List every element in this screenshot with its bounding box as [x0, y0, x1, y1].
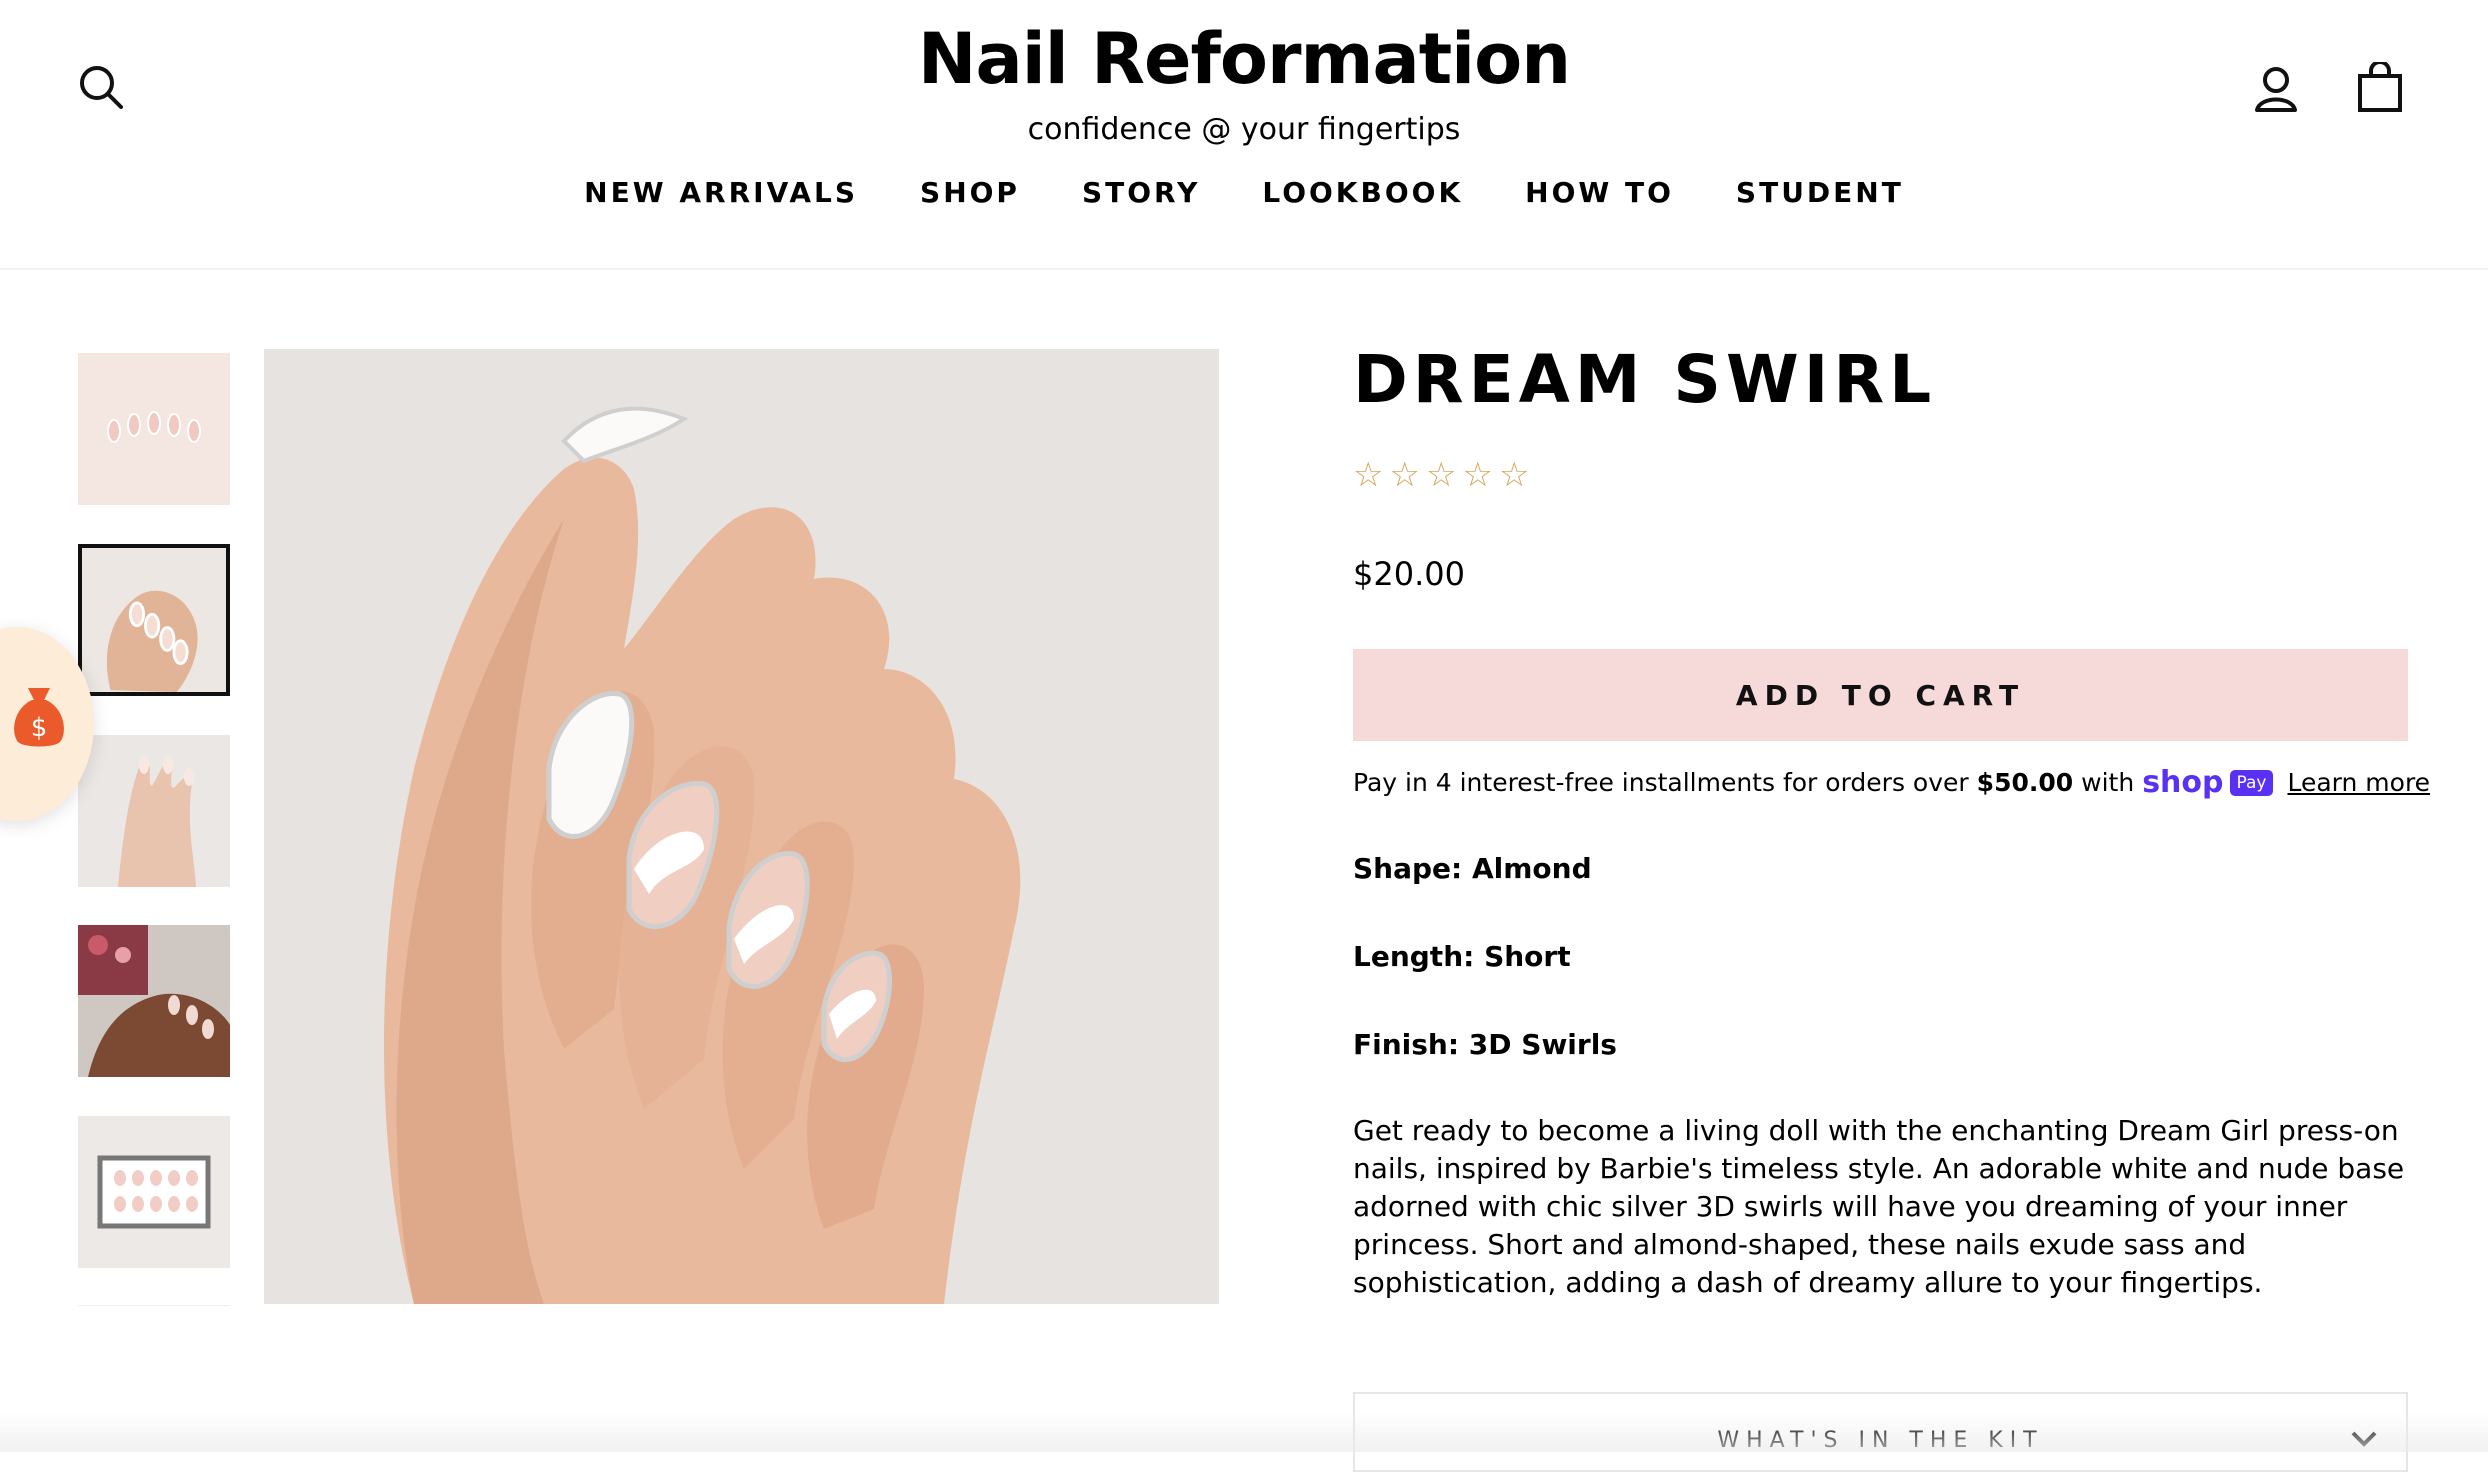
installments-amount: $50.00 — [1976, 768, 2074, 797]
money-bag-glyph: $ — [31, 713, 48, 743]
thumbnail[interactable] — [78, 1305, 230, 1306]
spec-finish: Finish: 3D Swirls — [1353, 1028, 1617, 1061]
product-info: DREAM SWIRL ☆ ☆ ☆ ☆ ☆ $20.00 ADD TO CART… — [1353, 340, 2430, 1472]
shop-pay-logo: shop — [2142, 765, 2224, 800]
site-header: Nail Reformation confidence @ your finge… — [0, 0, 2488, 270]
thumbnail-list — [78, 353, 230, 1306]
product-description: Get ready to become a living doll with t… — [1353, 1114, 2405, 1299]
spec-length: Length: Short — [1353, 940, 1571, 973]
product-title: DREAM SWIRL — [1353, 341, 1937, 418]
rating-stars[interactable]: ☆ ☆ ☆ ☆ ☆ — [1353, 458, 1529, 492]
star-icon[interactable]: ☆ — [1353, 458, 1383, 492]
product-price: $20.00 — [1353, 555, 1465, 593]
thumbnail[interactable] — [78, 353, 230, 505]
nav-item-shop[interactable]: SHOP — [920, 176, 1020, 209]
nav-item-new-arrivals[interactable]: NEW ARRIVALS — [584, 176, 858, 209]
thumbnail[interactable] — [78, 735, 230, 887]
main-nav: NEW ARRIVALS SHOP STORY LOOKBOOK HOW TO … — [0, 176, 2488, 209]
whats-in-the-kit-accordion[interactable]: WHAT'S IN THE KIT — [1353, 1392, 2408, 1472]
installments-note: Pay in 4 interest-free installments for … — [1353, 765, 2430, 800]
installments-text: Pay in 4 interest-free installments for … — [1353, 768, 1969, 797]
nav-item-story[interactable]: STORY — [1082, 176, 1200, 209]
nav-item-student[interactable]: STUDENT — [1736, 176, 1904, 209]
shop-pay-badge: Pay — [2229, 769, 2274, 796]
thumbnail[interactable] — [78, 1116, 230, 1268]
money-bag-icon: $ — [10, 682, 68, 753]
brand[interactable]: Nail Reformation confidence @ your finge… — [0, 14, 2488, 150]
star-icon[interactable]: ☆ — [1499, 458, 1529, 492]
product-main-image[interactable] — [264, 349, 1219, 1304]
thumbnail[interactable] — [78, 544, 230, 696]
user-icon[interactable] — [2254, 66, 2298, 112]
star-icon[interactable]: ☆ — [1389, 458, 1419, 492]
nav-item-how-to[interactable]: HOW TO — [1525, 176, 1674, 209]
spec-shape: Shape: Almond — [1353, 852, 1592, 885]
nav-item-lookbook[interactable]: LOOKBOOK — [1262, 176, 1463, 209]
installments-with: with — [2081, 768, 2135, 797]
brand-tagline: confidence @ your fingertips — [1027, 112, 1461, 147]
star-icon[interactable]: ☆ — [1426, 458, 1456, 492]
accordion-label: WHAT'S IN THE KIT — [1717, 1428, 2044, 1453]
brand-logo[interactable]: Nail Reformation — [0, 14, 2488, 104]
chevron-down-icon — [2350, 1430, 2378, 1453]
learn-more-link[interactable]: Learn more — [2287, 768, 2430, 797]
add-to-cart-button[interactable]: ADD TO CART — [1353, 649, 2408, 741]
thumbnail[interactable] — [78, 925, 230, 1077]
star-icon[interactable]: ☆ — [1462, 458, 1492, 492]
shopping-bag-icon[interactable] — [2357, 62, 2403, 112]
